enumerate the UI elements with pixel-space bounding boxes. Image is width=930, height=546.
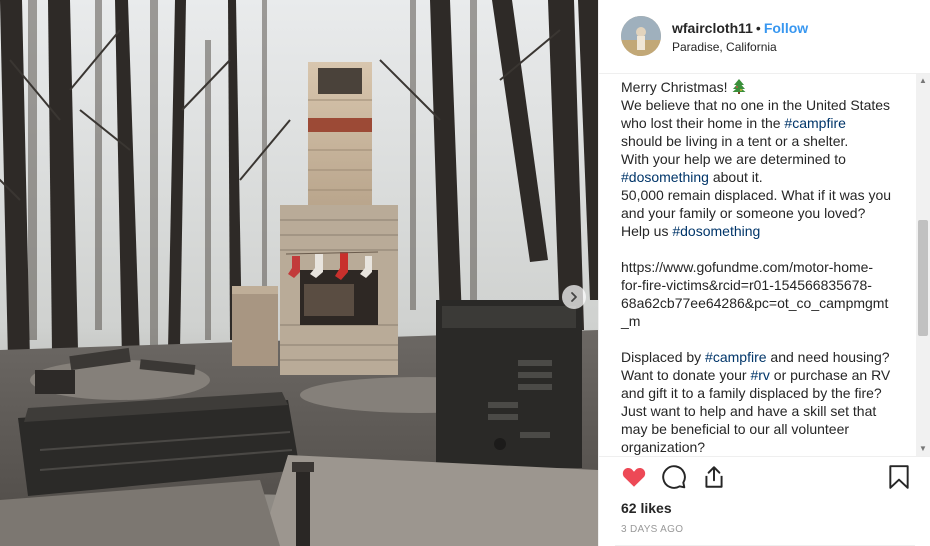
hashtag-link[interactable]: #dosomething: [621, 169, 709, 185]
caption-text: who lost their home in the: [621, 115, 785, 131]
caption-text: or purchase an RV: [769, 367, 891, 383]
post-actions: 62 likes 3 DAYS AGO: [599, 456, 930, 546]
hashtag-link[interactable]: #campfire: [705, 349, 766, 365]
caption-line: Just want to help and have a skill set t…: [621, 402, 893, 420]
like-count[interactable]: 62 likes: [621, 500, 672, 516]
caption-line: We believe that no one in the United Sta…: [621, 96, 893, 114]
heart-icon: [622, 468, 646, 487]
post-photo[interactable]: [0, 0, 598, 546]
next-photo-button[interactable]: [562, 285, 586, 309]
caption-text: 50,000 remain displaced. What if it was …: [621, 187, 892, 203]
caption-line: may be beneficial to our all volunteer: [621, 420, 893, 438]
caption-line: and gift it to a family displaced by the…: [621, 384, 893, 402]
caption-text: Displaced by: [621, 349, 706, 365]
scroll-down-arrow[interactable]: ▼: [916, 442, 930, 456]
share-button[interactable]: [701, 464, 727, 495]
caption-line: Merry Christmas!: [621, 78, 893, 96]
caption-text: Merry Christmas!: [621, 79, 728, 95]
caption-line: 50,000 remain displaced. What if it was …: [621, 186, 893, 204]
share-icon: [705, 466, 723, 488]
username-link[interactable]: wfaircloth11: [672, 20, 753, 36]
caption-line: should be living in a tent or a shelter.: [621, 132, 893, 150]
comment-button[interactable]: [661, 464, 687, 495]
caption-text: for-fire-victims&rcid=r01-154566835678-: [621, 277, 872, 293]
scroll-thumb[interactable]: [918, 220, 928, 336]
caption-line: https://www.gofundme.com/motor-home-: [621, 258, 893, 276]
caption-scrollbar[interactable]: ▲ ▼: [916, 74, 930, 456]
christmas-tree-icon: [732, 79, 746, 94]
hashtag-link[interactable]: #rv: [750, 367, 769, 383]
caption-line: Help us #dosomething: [621, 222, 893, 240]
caption-line: With your help we are determined to: [621, 150, 893, 168]
caption-text: and need housing?: [766, 349, 890, 365]
follow-button[interactable]: Follow: [764, 20, 808, 36]
like-button[interactable]: [621, 464, 647, 495]
caption-text: may be beneficial to our all volunteer: [621, 421, 850, 437]
avatar[interactable]: [621, 16, 661, 56]
post-side-panel: wfaircloth11 • Follow Paradise, California…: [598, 0, 930, 546]
caption-text: Just want to help and have a skill set t…: [621, 403, 877, 419]
post-timestamp[interactable]: 3 DAYS AGO: [621, 524, 683, 535]
caption-line: 68a62cb77ee64286&pc=ot_co_campmgmt: [621, 294, 893, 312]
caption-line: and your family or someone you loved?: [621, 204, 893, 222]
caption-line: Want to donate your #rv or purchase an R…: [621, 366, 893, 384]
caption-text: With your help we are determined to: [621, 151, 846, 167]
caption-line: _m: [621, 312, 893, 330]
save-button[interactable]: [887, 464, 911, 495]
hashtag-link[interactable]: #dosomething: [672, 223, 760, 239]
caption-text: _m: [621, 313, 641, 329]
chevron-right-icon: [571, 292, 577, 302]
caption-scroll-area[interactable]: Merry Christmas! We believe that no one i…: [599, 74, 930, 456]
comment-icon: [662, 465, 686, 489]
caption-line: who lost their home in the #campfire: [621, 114, 893, 132]
caption-text: and your family or someone you loved?: [621, 205, 866, 221]
caption-text: 68a62cb77ee64286&pc=ot_co_campmgmt: [621, 295, 889, 311]
caption-text: about it.: [708, 169, 763, 185]
caption-text: Help us: [621, 223, 673, 239]
scroll-up-arrow[interactable]: ▲: [916, 74, 930, 88]
post-caption: Merry Christmas! We believe that no one i…: [621, 78, 893, 456]
caption-text: and gift it to a family displaced by the…: [621, 385, 882, 401]
caption-text: should be living in a tent or a shelter.: [621, 133, 849, 149]
avatar-image: [621, 16, 661, 56]
caption-line: organization?: [621, 438, 893, 456]
post-header: wfaircloth11 • Follow Paradise, California: [599, 0, 930, 74]
burned-fireplace-photo: [0, 0, 598, 546]
separator-dot: •: [755, 20, 761, 36]
caption-text: organization?: [621, 439, 706, 455]
caption-text: We believe that no one in the United Sta…: [621, 97, 891, 113]
caption-text: https://www.gofundme.com/motor-home-: [621, 259, 874, 275]
location-link[interactable]: Paradise, California: [672, 40, 777, 54]
username-row: wfaircloth11 • Follow: [672, 20, 808, 36]
caption-line: for-fire-victims&rcid=r01-154566835678-: [621, 276, 893, 294]
bookmark-icon: [889, 465, 909, 489]
caption-line: Displaced by #campfire and need housing?: [621, 348, 893, 366]
caption-line: #dosomething about it.: [621, 168, 893, 186]
caption-text: Want to donate your: [621, 367, 751, 383]
hashtag-link[interactable]: #campfire: [784, 115, 845, 131]
